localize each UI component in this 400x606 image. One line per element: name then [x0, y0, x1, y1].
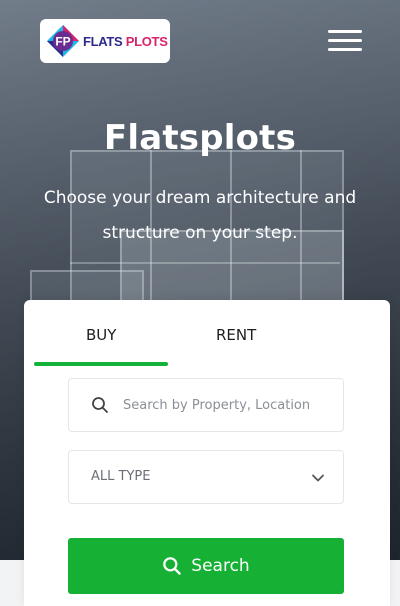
search-button[interactable]: Search [68, 538, 344, 594]
search-field[interactable] [68, 378, 344, 432]
active-tab-indicator [34, 362, 168, 366]
logo-word-flats: FLATS [83, 33, 123, 49]
search-icon [163, 557, 181, 575]
search-input[interactable] [121, 396, 335, 414]
search-button-label: Search [191, 556, 250, 576]
logo-wordmark: FLATS PLOTS [83, 34, 168, 49]
hero-floor-line [70, 262, 340, 264]
chevron-down-icon [312, 474, 324, 482]
hero-title: Flatsplots [103, 118, 297, 158]
page: FP FLATS PLOTS Flatsplots Choose your dr… [0, 0, 400, 606]
search-icon [92, 397, 108, 413]
property-search-card: BUY RENT ALL TYPE Search [24, 300, 390, 606]
logo-mark-icon: FP [46, 24, 80, 58]
hamburger-menu-icon[interactable] [328, 30, 362, 52]
property-type-select[interactable]: ALL TYPE [68, 450, 344, 504]
logo-word-plots: PLOTS [125, 33, 168, 49]
property-type-value: ALL TYPE [91, 469, 151, 484]
tab-buy[interactable]: BUY [86, 326, 116, 344]
site-header: FP FLATS PLOTS [0, 0, 400, 80]
site-logo[interactable]: FP FLATS PLOTS [40, 19, 170, 63]
tab-rent[interactable]: RENT [216, 326, 256, 344]
search-tabs: BUY RENT [24, 300, 390, 366]
svg-text:FP: FP [55, 35, 70, 49]
hero-subtitle: Choose your dream architecture and struc… [43, 188, 357, 243]
